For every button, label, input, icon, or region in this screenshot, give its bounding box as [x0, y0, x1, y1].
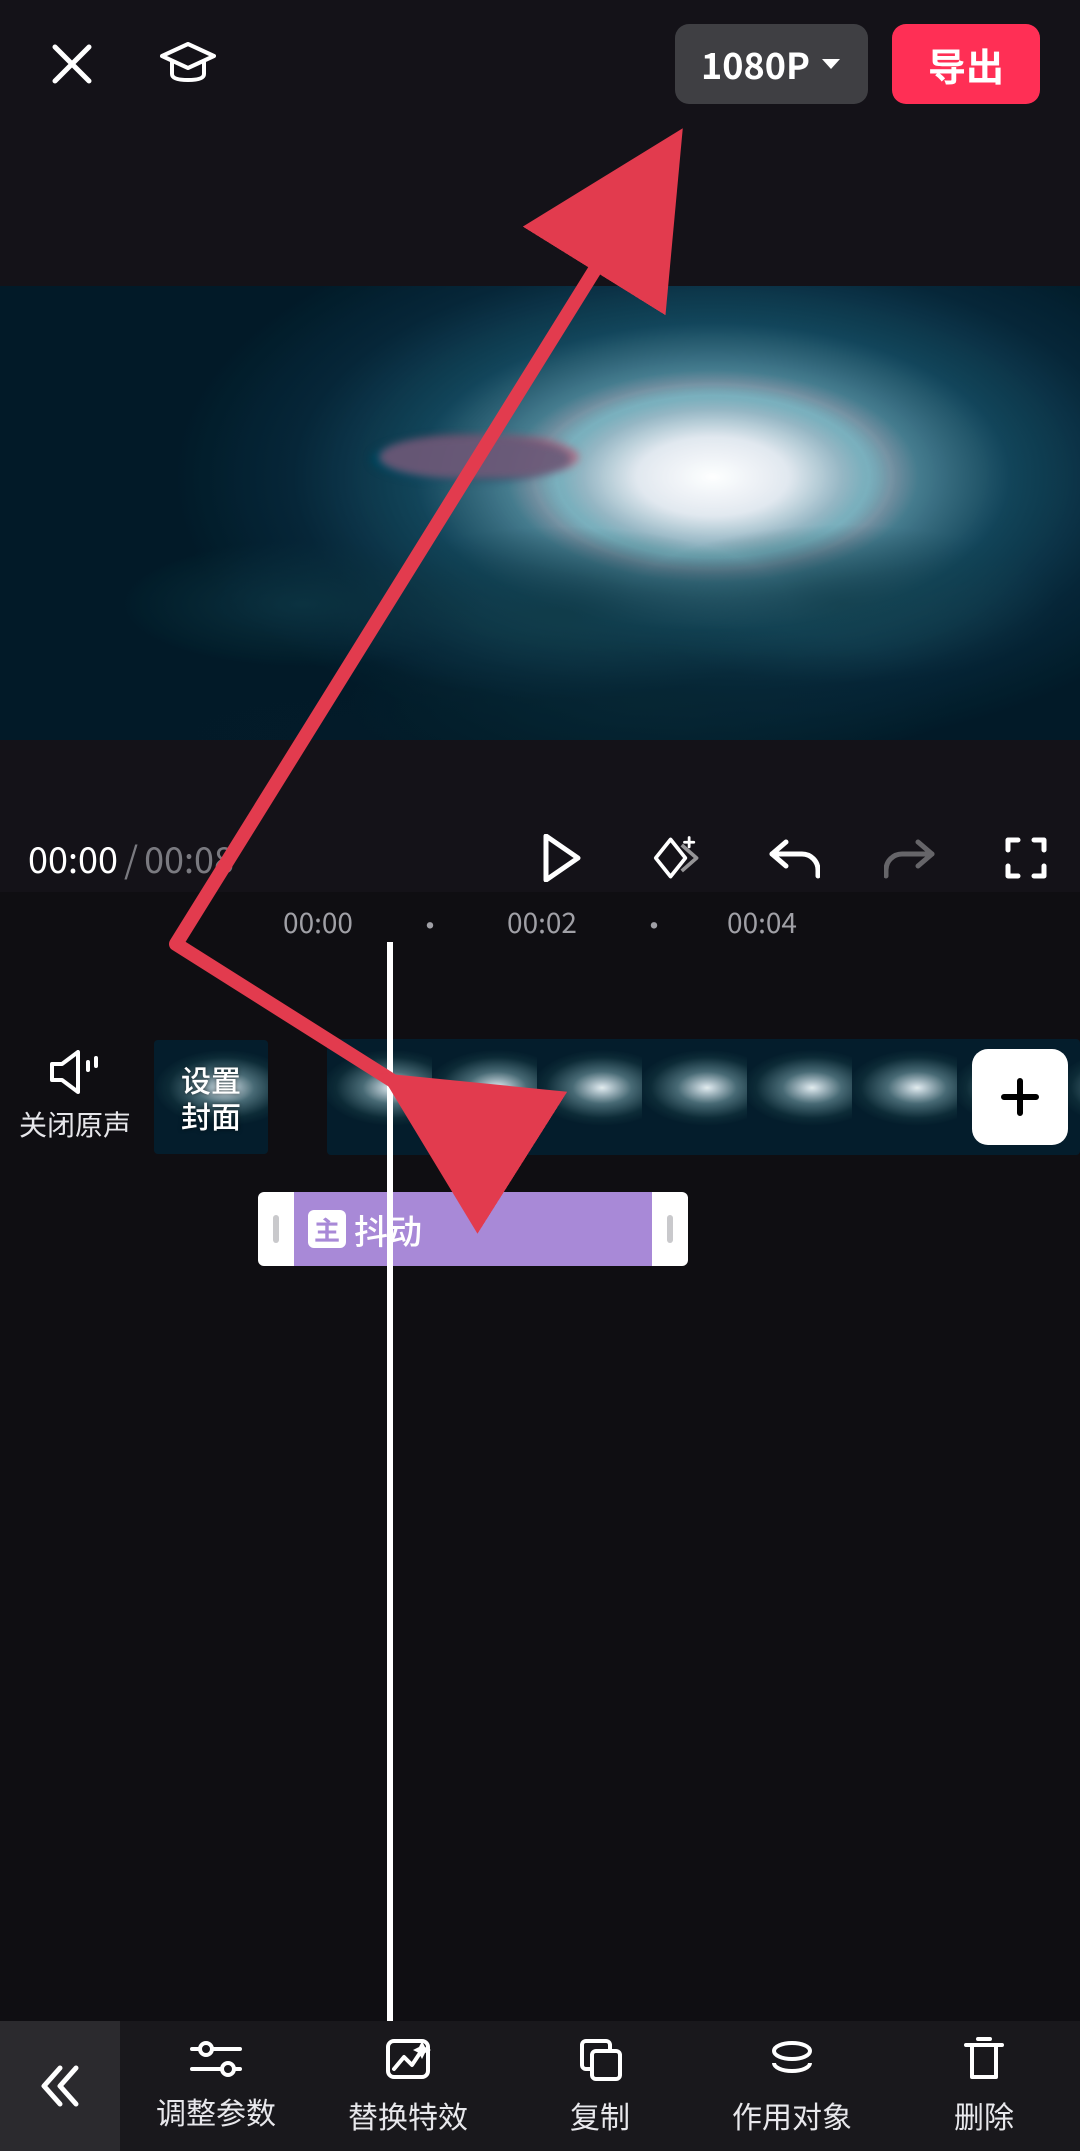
tool-delete[interactable]: 删除	[888, 2035, 1080, 2137]
set-cover-button[interactable]: 设置 封面	[154, 1040, 268, 1154]
player-bar: 00:00 / 00:08	[0, 824, 1080, 892]
keyframe-add-icon	[652, 834, 704, 882]
tutorial-button[interactable]	[156, 32, 220, 96]
mute-label: 关闭原声	[19, 1104, 131, 1144]
export-button[interactable]: 导出	[892, 24, 1040, 104]
speaker-icon	[48, 1050, 102, 1094]
effect-type-icon: 主	[308, 1210, 346, 1248]
preview-area[interactable]	[0, 128, 1080, 898]
tool-label: 替换特效	[348, 2093, 468, 2137]
layers-icon	[768, 2035, 816, 2083]
play-icon	[542, 834, 582, 882]
redo-icon	[884, 836, 936, 880]
tool-adjust-params[interactable]: 调整参数	[120, 2039, 312, 2133]
tool-label: 删除	[954, 2093, 1014, 2137]
chevrons-left-icon	[40, 2064, 80, 2108]
resolution-label: 1080P	[701, 38, 810, 90]
time-ruler[interactable]: 00:00 · 00:02 · 00:04	[0, 892, 1080, 940]
redo-button[interactable]	[884, 832, 936, 884]
clip-frame	[327, 1039, 432, 1155]
clip-frame	[747, 1039, 852, 1155]
export-label: 导出	[928, 37, 1004, 92]
sparkle-image-icon	[384, 2035, 432, 2083]
preview-frame	[0, 286, 1080, 740]
effect-clip[interactable]: 主 抖动	[258, 1192, 688, 1266]
resolution-button[interactable]: 1080P	[675, 24, 868, 104]
clip-handle-left[interactable]	[273, 1215, 279, 1243]
copy-icon	[576, 2035, 624, 2083]
clip-frame	[642, 1039, 747, 1155]
tool-copy[interactable]: 复制	[504, 2035, 696, 2137]
top-bar: 1080P 导出	[0, 0, 1080, 128]
sliders-icon	[188, 2039, 244, 2079]
tool-label: 调整参数	[156, 2089, 276, 2133]
tool-replace-effect[interactable]: 替换特效	[312, 2035, 504, 2137]
keyframe-button[interactable]	[652, 832, 704, 884]
mute-original-audio-button[interactable]: 关闭原声	[0, 1050, 150, 1144]
fullscreen-button[interactable]	[1000, 832, 1052, 884]
close-icon	[50, 42, 94, 86]
current-time: 00:00	[28, 832, 118, 884]
undo-icon	[768, 836, 820, 880]
undo-button[interactable]	[768, 832, 820, 884]
chevron-down-icon	[820, 57, 842, 71]
bottom-toolbar: 调整参数 替换特效 复制 作用对象 删除	[0, 2021, 1080, 2151]
tool-label: 复制	[570, 2093, 630, 2137]
video-clip[interactable]	[327, 1039, 1080, 1155]
fullscreen-icon	[1004, 836, 1048, 880]
ruler-tick: 00:00	[283, 902, 353, 942]
toolbar-back-button[interactable]	[0, 2021, 120, 2151]
trash-icon	[962, 2035, 1006, 2083]
top-bar-right: 1080P 导出	[675, 24, 1040, 104]
graduation-cap-icon	[160, 40, 216, 88]
add-clip-button[interactable]	[972, 1049, 1068, 1145]
time-display: 00:00 / 00:08	[28, 832, 234, 884]
play-button[interactable]	[536, 832, 588, 884]
tool-apply-target[interactable]: 作用对象	[696, 2035, 888, 2137]
main-track-row: 关闭原声 设置 封面	[0, 1032, 1080, 1162]
playhead[interactable]	[387, 942, 393, 2021]
tool-label: 作用对象	[732, 2093, 852, 2137]
top-bar-left	[40, 32, 220, 96]
clip-frame	[852, 1039, 957, 1155]
effect-track-row: 主 抖动	[0, 1192, 1080, 1266]
player-controls	[536, 832, 1052, 884]
clip-handle-right[interactable]	[667, 1215, 673, 1243]
timeline-panel[interactable]: 00:00 · 00:02 · 00:04 关闭原声 设置 封面	[0, 892, 1080, 2021]
clip-frame	[537, 1039, 642, 1155]
total-time: 00:08	[144, 832, 234, 884]
plus-icon	[998, 1075, 1042, 1119]
clip-frame	[432, 1039, 537, 1155]
ruler-tick: 00:02	[507, 902, 577, 942]
cover-label: 设置 封面	[181, 1061, 241, 1133]
ruler-tick: 00:04	[727, 902, 797, 942]
close-button[interactable]	[40, 32, 104, 96]
